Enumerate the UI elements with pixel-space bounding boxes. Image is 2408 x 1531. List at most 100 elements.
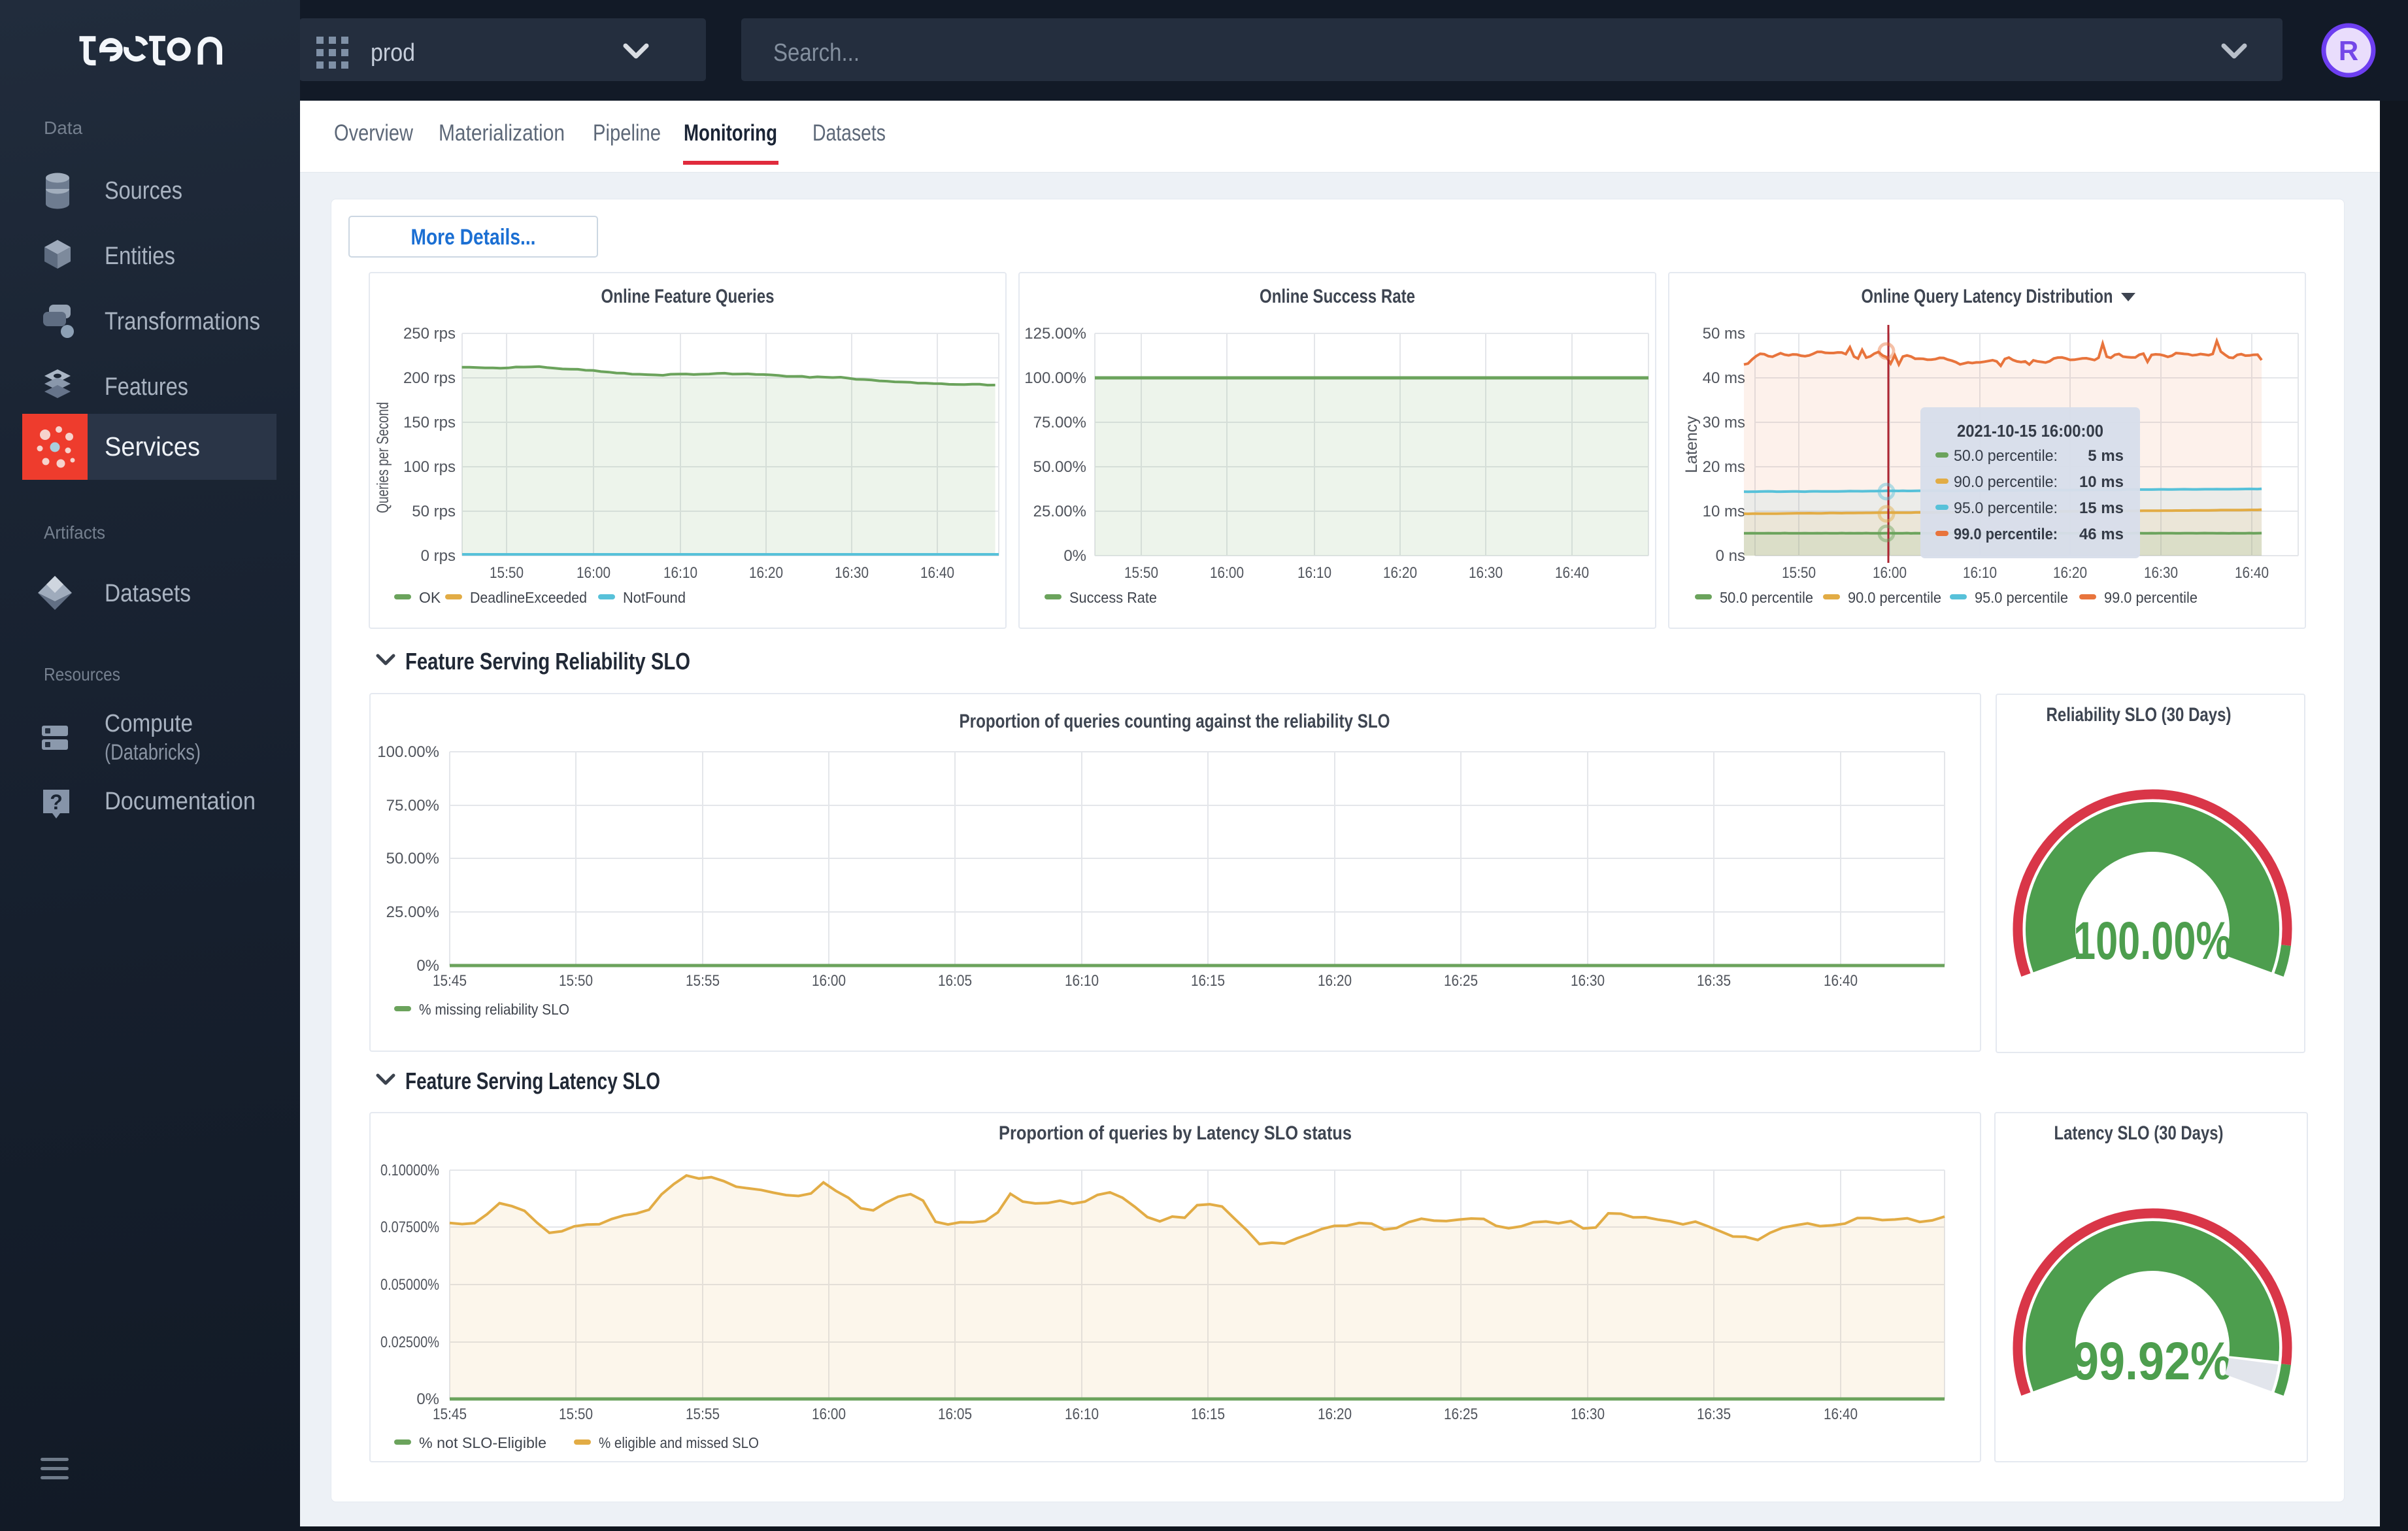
svg-text:Online Query Latency Distribut: Online Query Latency Distribution xyxy=(1862,286,2113,307)
svg-text:Online Feature Queries: Online Feature Queries xyxy=(601,286,775,307)
svg-text:0.02500%: 0.02500% xyxy=(380,1334,439,1351)
svg-text:100.00%: 100.00% xyxy=(377,743,439,761)
svg-text:100 rps: 100 rps xyxy=(403,458,456,476)
svg-text:OK: OK xyxy=(419,589,441,606)
svg-text:99.92%: 99.92% xyxy=(2073,1332,2232,1391)
svg-text:125.00%: 125.00% xyxy=(1024,325,1086,343)
svg-text:16:00: 16:00 xyxy=(812,972,846,990)
svg-text:30 ms: 30 ms xyxy=(1703,414,1745,431)
svg-text:Datasets: Datasets xyxy=(812,120,886,146)
svg-text:95.0 percentile: 95.0 percentile xyxy=(1975,589,2068,606)
svg-text:16:35: 16:35 xyxy=(1697,1405,1731,1423)
svg-text:16:40: 16:40 xyxy=(920,564,954,582)
svg-text:15:50: 15:50 xyxy=(490,564,524,582)
svg-text:16:05: 16:05 xyxy=(938,1405,972,1423)
svg-text:Feature Serving Reliability SL: Feature Serving Reliability SLO xyxy=(405,648,690,675)
svg-text:40 ms: 40 ms xyxy=(1703,369,1745,387)
svg-text:75.00%: 75.00% xyxy=(386,797,439,815)
svg-text:Datasets: Datasets xyxy=(105,580,191,607)
svg-text:Compute: Compute xyxy=(105,710,193,737)
svg-text:16:40: 16:40 xyxy=(1824,1405,1858,1423)
svg-text:46 ms: 46 ms xyxy=(2079,526,2124,543)
svg-text:Features: Features xyxy=(105,373,188,401)
svg-text:Overview: Overview xyxy=(334,120,414,146)
svg-text:100.00%: 100.00% xyxy=(2073,911,2232,971)
svg-text:16:10: 16:10 xyxy=(1963,564,1997,582)
svg-text:Latency: Latency xyxy=(1682,416,1701,473)
svg-text:16:30: 16:30 xyxy=(1571,972,1605,990)
svg-text:Feature Serving Latency SLO: Feature Serving Latency SLO xyxy=(405,1068,660,1094)
svg-text:50.00%: 50.00% xyxy=(1033,458,1086,476)
svg-text:Proportion of queries by Laten: Proportion of queries by Latency SLO sta… xyxy=(999,1122,1352,1144)
svg-text:?: ? xyxy=(50,790,63,814)
svg-text:Latency SLO (30 Days): Latency SLO (30 Days) xyxy=(2054,1122,2224,1144)
svg-text:16:20: 16:20 xyxy=(1383,564,1417,582)
svg-text:15:50: 15:50 xyxy=(1782,564,1816,582)
svg-text:0.05000%: 0.05000% xyxy=(380,1276,439,1294)
svg-text:90.0 percentile:: 90.0 percentile: xyxy=(1954,473,2058,491)
svg-text:16:00: 16:00 xyxy=(1210,564,1244,582)
svg-text:Sources: Sources xyxy=(105,177,182,205)
svg-text:16:00: 16:00 xyxy=(577,564,610,582)
svg-text:16:30: 16:30 xyxy=(835,564,869,582)
svg-text:0.07500%: 0.07500% xyxy=(380,1219,439,1236)
svg-text:Data: Data xyxy=(44,118,83,138)
svg-text:Services: Services xyxy=(105,431,200,462)
svg-text:16:30: 16:30 xyxy=(2144,564,2178,582)
svg-text:16:10: 16:10 xyxy=(1297,564,1331,582)
svg-text:16:15: 16:15 xyxy=(1191,1405,1225,1423)
svg-text:16:40: 16:40 xyxy=(1824,972,1858,990)
svg-text:15:50: 15:50 xyxy=(1124,564,1158,582)
svg-text:25.00%: 25.00% xyxy=(1033,503,1086,520)
svg-text:16:35: 16:35 xyxy=(1697,972,1731,990)
svg-text:16:20: 16:20 xyxy=(1318,972,1352,990)
svg-text:Success Rate: Success Rate xyxy=(1069,589,1157,606)
svg-text:% missing reliability SLO: % missing reliability SLO xyxy=(419,1001,569,1018)
svg-text:16:10: 16:10 xyxy=(1065,972,1099,990)
svg-text:99.0 percentile:: 99.0 percentile: xyxy=(1954,526,2058,543)
svg-text:Materialization: Materialization xyxy=(439,120,565,146)
svg-text:% eligible and missed SLO: % eligible and missed SLO xyxy=(599,1434,759,1451)
svg-text:15:50: 15:50 xyxy=(559,972,593,990)
svg-text:25.00%: 25.00% xyxy=(386,903,439,921)
svg-text:Transformations: Transformations xyxy=(105,308,260,335)
svg-text:NotFound: NotFound xyxy=(623,589,686,606)
svg-text:16:10: 16:10 xyxy=(1065,1405,1099,1423)
svg-text:75.00%: 75.00% xyxy=(1033,414,1086,431)
svg-text:Queries per Second: Queries per Second xyxy=(374,402,392,513)
svg-text:Reliability SLO (30 Days): Reliability SLO (30 Days) xyxy=(2047,704,2232,726)
svg-text:(Databricks): (Databricks) xyxy=(105,740,201,765)
svg-text:16:25: 16:25 xyxy=(1444,972,1478,990)
svg-text:0.10000%: 0.10000% xyxy=(380,1162,439,1179)
svg-text:90.0 percentile: 90.0 percentile xyxy=(1848,589,1941,606)
svg-text:15:50: 15:50 xyxy=(559,1405,593,1423)
svg-text:16:40: 16:40 xyxy=(1555,564,1589,582)
svg-text:Search...: Search... xyxy=(773,39,860,67)
svg-text:99.0 percentile: 99.0 percentile xyxy=(2104,589,2198,606)
svg-text:Monitoring: Monitoring xyxy=(684,120,777,146)
svg-text:95.0 percentile:: 95.0 percentile: xyxy=(1954,499,2058,517)
svg-text:DeadlineExceeded: DeadlineExceeded xyxy=(470,589,587,606)
svg-text:R: R xyxy=(2339,35,2358,66)
svg-text:150 rps: 150 rps xyxy=(403,414,456,431)
svg-text:prod: prod xyxy=(371,39,415,67)
svg-text:16:15: 16:15 xyxy=(1191,972,1225,990)
svg-text:Documentation: Documentation xyxy=(105,788,256,815)
svg-text:16:30: 16:30 xyxy=(1469,564,1503,582)
svg-text:15:45: 15:45 xyxy=(433,972,467,990)
svg-text:50.0 percentile:: 50.0 percentile: xyxy=(1954,447,2058,465)
svg-text:Entities: Entities xyxy=(105,243,175,270)
svg-text:15:55: 15:55 xyxy=(686,972,720,990)
svg-text:50 ms: 50 ms xyxy=(1703,325,1745,343)
svg-text:15 ms: 15 ms xyxy=(2079,499,2124,517)
svg-text:200 rps: 200 rps xyxy=(403,369,456,387)
svg-text:15:45: 15:45 xyxy=(433,1405,467,1423)
svg-text:50.00%: 50.00% xyxy=(386,850,439,867)
svg-text:% not SLO-Eligible: % not SLO-Eligible xyxy=(419,1434,546,1451)
svg-text:10 ms: 10 ms xyxy=(1703,503,1745,520)
svg-text:250 rps: 250 rps xyxy=(403,325,456,343)
svg-text:Artifacts: Artifacts xyxy=(44,522,105,543)
svg-text:5 ms: 5 ms xyxy=(2088,447,2124,465)
svg-text:Pipeline: Pipeline xyxy=(593,120,661,146)
svg-text:16:25: 16:25 xyxy=(1444,1405,1478,1423)
